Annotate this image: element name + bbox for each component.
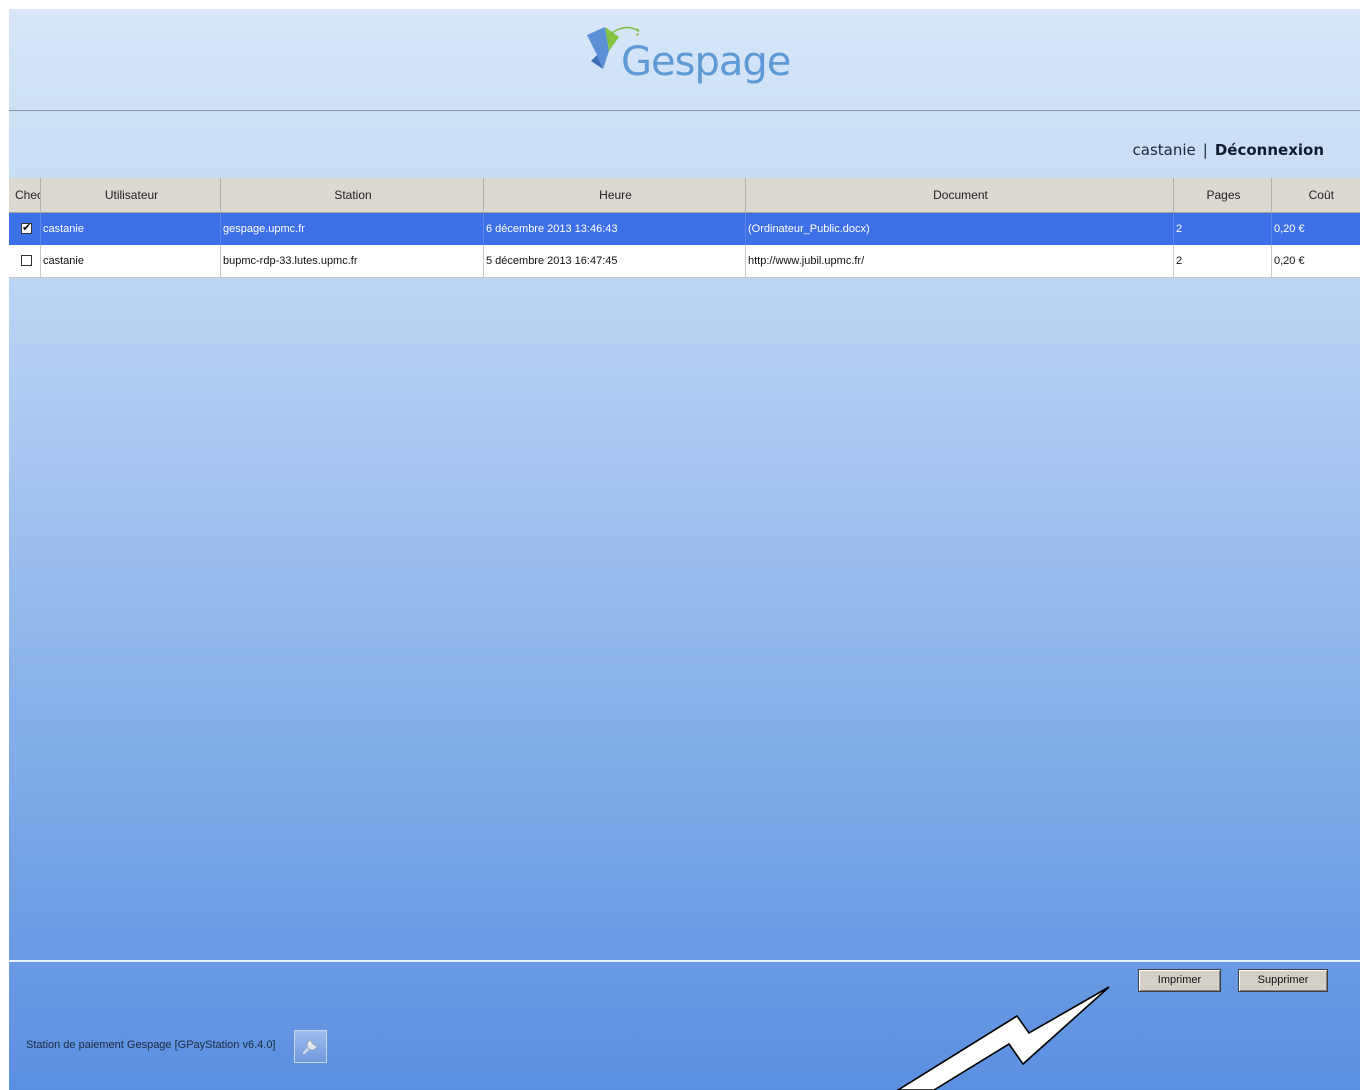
cell-document: http://www.jubil.upmc.fr/ (746, 245, 1174, 277)
table-header: Chec Utilisateur Station Heure Document … (9, 178, 1360, 213)
cell-cost: 0,20 € (1274, 255, 1305, 267)
cell-station: bupmc-rdp-33.lutes.upmc.fr (221, 245, 484, 277)
settings-button[interactable] (294, 1030, 327, 1063)
print-button[interactable]: Imprimer (1138, 969, 1221, 992)
user-bar: castanie | Déconnexion (1133, 141, 1324, 159)
user-separator: | (1202, 141, 1208, 159)
column-header-user[interactable]: Utilisateur (41, 178, 221, 212)
logo-text: Gespage (621, 39, 791, 85)
row-checkbox[interactable] (21, 255, 32, 266)
table-row[interactable]: ✔ castanie gespage.upmc.fr 6 décembre 20… (9, 213, 1360, 245)
footer-divider (9, 960, 1360, 962)
station-version-label: Station de paiement Gespage [GPayStation… (26, 1039, 276, 1051)
username: castanie (1132, 141, 1196, 159)
column-header-pages[interactable]: Pages (1174, 178, 1272, 212)
column-header-time[interactable]: Heure (484, 178, 746, 212)
cell-user: castanie (41, 213, 221, 245)
column-header-station[interactable]: Station (221, 178, 484, 212)
cell-pages: 2 (1174, 245, 1272, 277)
table-row[interactable]: castanie bupmc-rdp-33.lutes.upmc.fr 5 dé… (9, 245, 1360, 278)
column-header-cost[interactable]: Coût (1272, 178, 1360, 212)
checkmark-icon: ✔ (22, 222, 32, 234)
cell-document: (Ordinateur_Public.docx) (746, 213, 1174, 245)
print-jobs-table: Chec Utilisateur Station Heure Document … (9, 178, 1360, 278)
row-check-cell: ✔ (9, 213, 41, 245)
cell-user: castanie (41, 245, 221, 277)
header: Gespage (9, 9, 1360, 111)
row-check-cell (9, 245, 41, 277)
cell-station: gespage.upmc.fr (221, 213, 484, 245)
column-header-check[interactable]: Chec (9, 178, 41, 212)
row-checkbox[interactable]: ✔ (21, 222, 32, 234)
column-header-document[interactable]: Document (746, 178, 1174, 212)
delete-button[interactable]: Supprimer (1238, 969, 1328, 992)
wrench-icon (302, 1039, 318, 1055)
cell-time: 6 décembre 2013 13:46:43 (484, 213, 746, 245)
cell-pages: 2 (1174, 213, 1272, 245)
cell-cost: 0,20 € (1274, 223, 1305, 235)
app-window: Gespage castanie | Déconnexion Chec Utilis… (9, 9, 1360, 1090)
logout-link[interactable]: Déconnexion (1215, 141, 1324, 159)
cell-time: 5 décembre 2013 16:47:45 (484, 245, 746, 277)
gespage-logo: Gespage (579, 21, 799, 91)
